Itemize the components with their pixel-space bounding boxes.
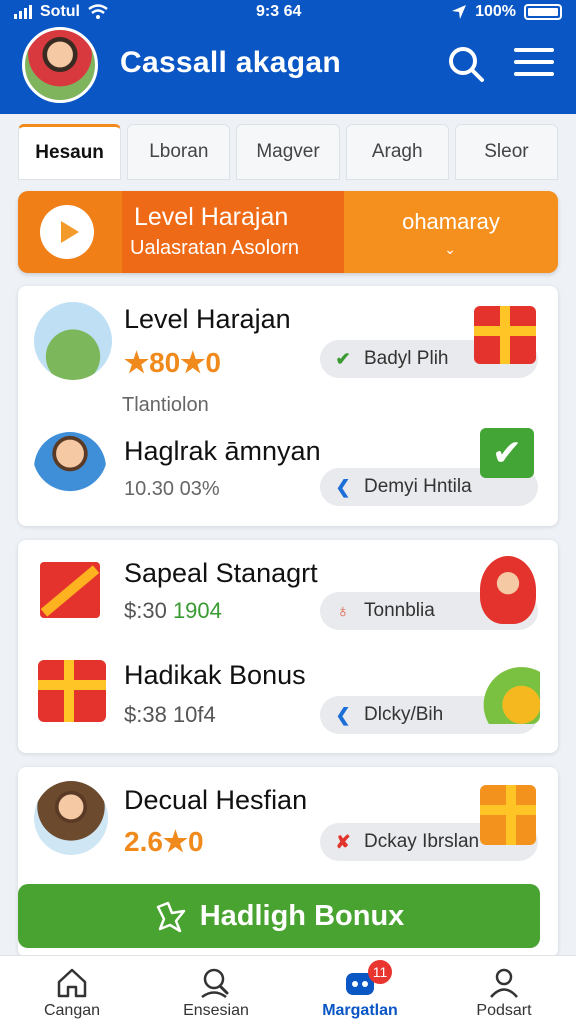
banner-title: Level Harajan: [134, 203, 289, 231]
coins-gift-icon: [478, 660, 540, 724]
banner-dropdown-label: ohamaray: [402, 209, 500, 234]
menu-icon[interactable]: [514, 48, 554, 82]
signal-icon: [14, 5, 32, 19]
item-rating: ★80★0: [124, 347, 221, 378]
item-title: Haglrak āmnyan: [124, 436, 321, 466]
boy-character-image: [34, 432, 106, 504]
ticket-icon: [40, 562, 100, 618]
nav-label: Ensesian: [183, 1002, 249, 1019]
nav-label: Podsart: [476, 1002, 532, 1019]
item-sub: 10.30 03%: [124, 478, 220, 500]
item-title: Hadikak Bonus: [124, 660, 306, 690]
status-bar: Sotul 9:3 64 100%: [0, 0, 576, 26]
badge-icon: ♁: [336, 601, 350, 621]
item-rating: 2.6★0: [124, 826, 204, 857]
category-tabs: Hesaun Lboran Magver Aragh Sleor: [18, 124, 559, 180]
red-character-icon: [480, 556, 536, 624]
item-price-value: 1904: [172, 598, 222, 623]
gift-box-icon: [38, 660, 106, 722]
app-title: Cassall akagan: [120, 46, 341, 79]
arrow-icon: ❮: [335, 705, 351, 725]
chevron-down-icon: ⌄: [444, 241, 456, 257]
cross-icon: ✘: [335, 832, 351, 852]
list-item[interactable]: Haglrak āmnyan 10.30 03% ❮ Demyi Hntila …: [18, 416, 558, 526]
tab-hesaun[interactable]: Hesaun: [18, 124, 122, 180]
bonus-button-label: Hadligh Bonux: [199, 899, 405, 932]
level-banner[interactable]: Level Harajan Ualasratan Asolorn ohamara…: [18, 191, 558, 273]
nav-item-cangan[interactable]: Cangan: [0, 956, 144, 1024]
banner-subtitle: Ualasratan Asolorn: [130, 237, 299, 259]
pill-label: Dlcky/Bih: [364, 704, 444, 725]
list-item[interactable]: Hadikak Bonus $:38 10f4 ❮ Dlcky/Bih: [18, 646, 558, 753]
carrier-label: Sotul: [40, 3, 80, 20]
check-icon: ✔: [335, 349, 351, 369]
battery-icon: [524, 4, 562, 20]
wifi-icon: [88, 4, 108, 19]
list-item[interactable]: Level Harajan ★80★0 Tlantiolon ✔ Badyl P…: [18, 286, 558, 416]
pill-label: Tonnblia: [364, 600, 435, 621]
item-caption: Tlantiolon: [122, 394, 209, 416]
nav-label: Margatlan: [322, 1002, 398, 1019]
gift-box-icon: [480, 785, 536, 845]
list-item[interactable]: Sapeal Stanagrt $:30 1904 ♁ Tonnblia: [18, 540, 558, 646]
item-title: Decual Hesfian: [124, 785, 308, 815]
item-price: $:30: [124, 598, 173, 623]
tab-sleor[interactable]: Sleor: [454, 124, 559, 180]
play-icon[interactable]: [40, 205, 94, 259]
reward-card-2: Sapeal Stanagrt $:30 1904 ♁ Tonnblia Had…: [18, 540, 558, 753]
bottom-nav: Cangan Ensesian Margatlan 11 Podsart: [0, 955, 576, 1024]
item-title: Sapeal Stanagrt: [124, 558, 318, 588]
item-sub: $:30 1904: [124, 598, 222, 624]
location-arrow-icon: [452, 5, 467, 19]
tab-aragh[interactable]: Aragh: [345, 124, 449, 180]
user-avatar[interactable]: [22, 27, 98, 103]
nav-item-ensesian[interactable]: Ensesian: [144, 956, 288, 1024]
nav-item-margatlan[interactable]: Margatlan 11: [288, 956, 432, 1024]
profile-icon: [490, 968, 518, 998]
pill-label: Badyl Plih: [364, 348, 449, 369]
battery-percent: 100%: [475, 3, 516, 20]
item-sub: $:38 10f4: [124, 702, 216, 727]
pill-label: Dckay Ibrslan: [364, 831, 480, 852]
sparkle-icon: [156, 901, 185, 933]
notification-badge: 11: [368, 960, 392, 984]
checkbox-icon[interactable]: ✔: [480, 428, 534, 478]
home-icon: [57, 968, 87, 998]
kids-running-image: [34, 302, 112, 380]
tab-lboran[interactable]: Lboran: [127, 124, 231, 180]
bonus-button[interactable]: Hadligh Bonux: [18, 884, 540, 948]
nav-item-podsart[interactable]: Podsart: [432, 956, 576, 1024]
status-time: 9:3 64: [256, 3, 302, 20]
nav-label: Cangan: [43, 1002, 101, 1019]
search-person-icon: [201, 968, 229, 999]
pill-label: Demyi Hntila: [364, 476, 472, 497]
item-title: Level Harajan: [124, 304, 291, 334]
boy-character-image: [34, 781, 108, 855]
list-item[interactable]: Decual Hesfian 2.6★0 ✘ Dckay Ibrslan: [18, 767, 558, 877]
arrow-icon: ❮: [335, 477, 351, 497]
app-header: Sotul 9:3 64 100% Cassall akagan: [0, 0, 576, 114]
reward-card-1: Level Harajan ★80★0 Tlantiolon ✔ Badyl P…: [18, 286, 558, 526]
gift-box-icon: [474, 306, 536, 364]
search-icon[interactable]: [446, 44, 486, 84]
tab-magver[interactable]: Magver: [236, 124, 340, 180]
